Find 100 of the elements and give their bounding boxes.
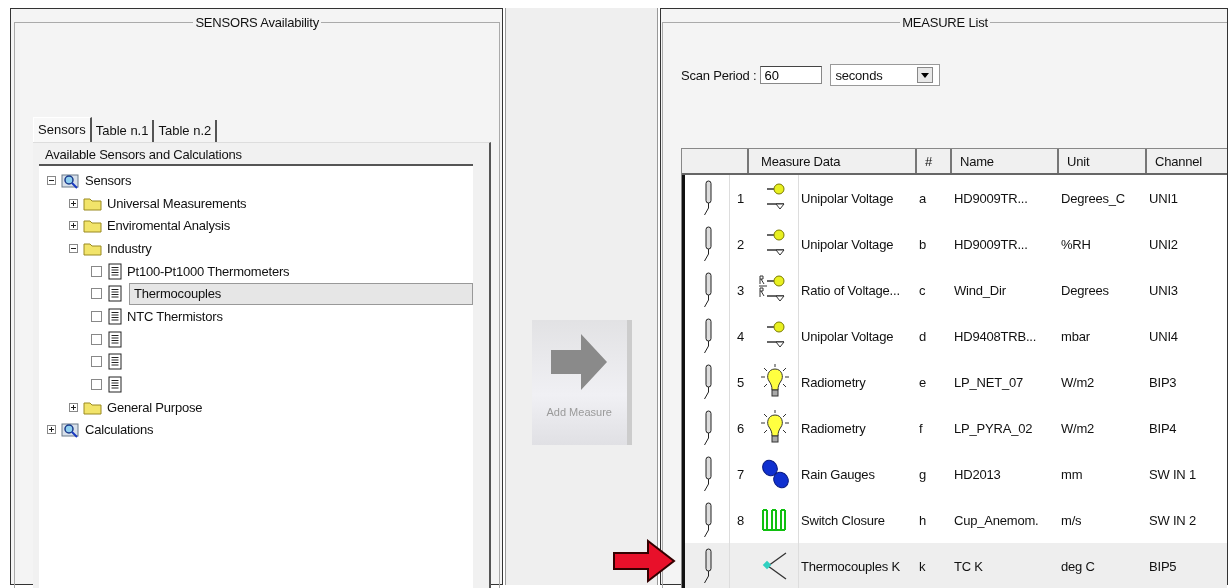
magnifier-folder-icon xyxy=(61,421,80,439)
probe-icon xyxy=(703,410,713,446)
scan-period-field[interactable]: 60 xyxy=(760,66,823,84)
tab[interactable]: Sensors xyxy=(33,117,92,142)
document-icon xyxy=(108,353,122,371)
unit-dropdown[interactable]: seconds xyxy=(830,64,941,86)
table-cell: Thermocouples K xyxy=(801,558,900,574)
tree-item[interactable]: General Purpose xyxy=(105,398,205,416)
expander-icon[interactable] xyxy=(69,198,78,208)
table-cell: deg C xyxy=(1061,558,1095,574)
table-cell: d xyxy=(919,328,927,344)
checkbox[interactable] xyxy=(91,379,102,391)
table-cell: 3 xyxy=(737,282,744,298)
table-cell: LP_PYRA_02 xyxy=(954,420,1033,436)
table-cell: c xyxy=(919,282,926,298)
expander-icon[interactable] xyxy=(47,425,56,435)
column-header[interactable]: Channel xyxy=(1147,149,1227,173)
checkbox[interactable] xyxy=(91,356,102,368)
table-cell: 2 xyxy=(737,236,744,252)
table-cell: HD9009TR... xyxy=(954,190,1028,206)
table-cell: Unipolar Voltage xyxy=(801,236,894,252)
magnifier-folder-icon xyxy=(61,171,80,189)
table-cell: %RH xyxy=(1061,236,1091,252)
scan-period-label: Scan Period : xyxy=(681,67,757,83)
probe-icon xyxy=(703,548,713,584)
table-cell: BIP4 xyxy=(1149,420,1177,436)
column-header[interactable]: Name xyxy=(952,149,1059,173)
table-cell: BIP3 xyxy=(1149,374,1177,390)
probe-icon xyxy=(703,318,713,354)
probe-icon xyxy=(703,180,713,216)
pulse-bars-icon xyxy=(760,508,789,532)
table-cell: Unipolar Voltage xyxy=(801,328,894,344)
table-cell: Radiometry xyxy=(801,374,866,390)
document-icon xyxy=(108,285,122,303)
expander-icon[interactable] xyxy=(69,243,78,253)
table-cell: 1 xyxy=(737,190,744,206)
table-cell: f xyxy=(919,420,923,436)
probe-icon xyxy=(703,226,713,262)
expander-icon[interactable] xyxy=(69,221,78,231)
document-icon xyxy=(108,376,122,394)
probe-icon xyxy=(703,456,713,492)
table-cell: Degrees xyxy=(1061,282,1109,298)
table-cell: k xyxy=(919,558,926,574)
checkbox[interactable] xyxy=(91,333,102,345)
table-cell: Cup_Anemom. xyxy=(954,512,1039,528)
right-arrow-icon xyxy=(549,332,610,392)
table-cell: HD9408TRB... xyxy=(954,328,1037,344)
table-cell: 4 xyxy=(737,328,744,344)
table-cell: Unipolar Voltage xyxy=(801,190,894,206)
table-cell: Ratio of Voltage... xyxy=(801,282,900,298)
checkbox[interactable] xyxy=(91,288,102,300)
table-cell: b xyxy=(919,236,927,252)
column-header[interactable]: Measure Data xyxy=(749,149,917,173)
column-header[interactable]: # xyxy=(917,149,952,173)
table-cell: UNI3 xyxy=(1149,282,1178,298)
tree-item[interactable]: Enviromental Analysis xyxy=(105,217,232,235)
tree-item[interactable]: Industry xyxy=(105,239,154,257)
panel-title: MEASURE List xyxy=(901,15,989,30)
table-cell: LP_NET_07 xyxy=(954,374,1024,390)
table-cell: Switch Closure xyxy=(801,512,885,528)
table-cell: HD9009TR... xyxy=(954,236,1028,252)
table-cell: UNI4 xyxy=(1149,328,1178,344)
table-cell: SW IN 1 xyxy=(1149,466,1196,482)
table-cell: h xyxy=(919,512,927,528)
folder-icon xyxy=(83,399,102,415)
table-cell: e xyxy=(919,374,927,390)
folder-icon xyxy=(83,195,102,211)
tree-item[interactable]: Universal Measurements xyxy=(105,194,249,212)
table-cell: 7 xyxy=(737,466,744,482)
table-cell: W/m2 xyxy=(1061,420,1095,436)
table-cell: Radiometry xyxy=(801,420,866,436)
table-cell: 8 xyxy=(737,512,744,528)
table-cell: UNI1 xyxy=(1149,190,1178,206)
table-cell: BIP5 xyxy=(1149,558,1177,574)
table-cell: g xyxy=(919,466,927,482)
table-row[interactable]: Thermocouples K k TC K deg C BIP5 xyxy=(685,543,1227,588)
table-cell: 6 xyxy=(737,420,744,436)
tree-item[interactable]: Pt100-Pt1000 Thermometers xyxy=(125,262,292,280)
probe-icon xyxy=(703,502,713,538)
table-cell: SW IN 2 xyxy=(1149,512,1196,528)
table-cell: W/m2 xyxy=(1061,374,1095,390)
document-icon xyxy=(108,330,122,348)
table-cell: a xyxy=(919,190,927,206)
expander-icon[interactable] xyxy=(69,402,78,412)
table-cell: Rain Gauges xyxy=(801,466,875,482)
probe-icon xyxy=(703,272,713,308)
tree-item[interactable]: Calculations xyxy=(83,421,156,439)
tree-item[interactable]: Thermocouples xyxy=(129,282,474,305)
checkbox[interactable] xyxy=(91,310,102,322)
column-header[interactable]: Unit xyxy=(1059,149,1147,173)
table-cell: HD2013 xyxy=(954,466,1001,482)
checkbox[interactable] xyxy=(91,265,102,277)
expander-icon[interactable] xyxy=(47,175,56,185)
table-cell: m/s xyxy=(1061,512,1082,528)
tree-item[interactable]: NTC Thermistors xyxy=(125,307,225,325)
folder-icon xyxy=(83,218,102,234)
document-icon xyxy=(108,307,122,325)
tree-item[interactable]: Sensors xyxy=(83,171,134,189)
table-cell: UNI2 xyxy=(1149,236,1178,252)
pointer-arrow xyxy=(612,539,676,583)
